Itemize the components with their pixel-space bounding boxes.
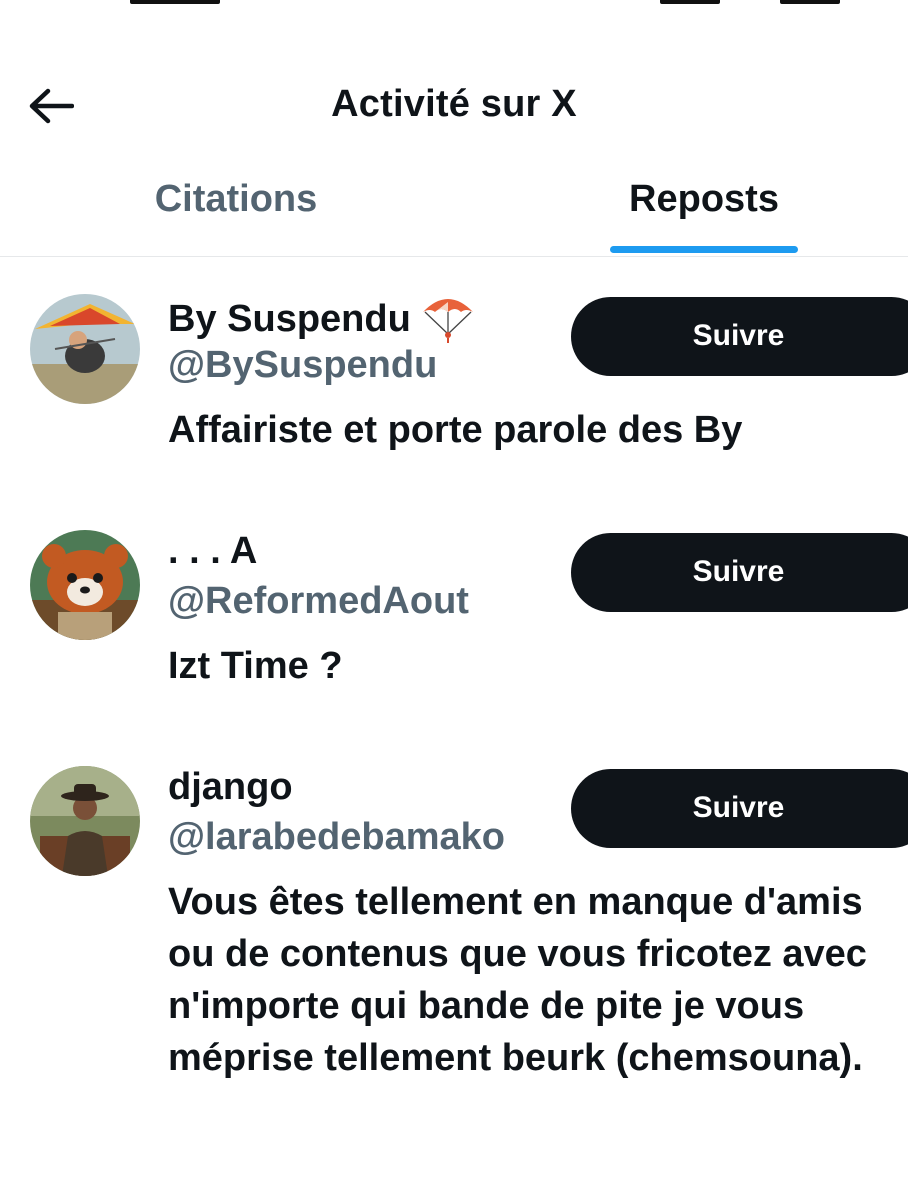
- tab-reposts-label: Reposts: [629, 178, 779, 220]
- page-title: Activité sur X: [331, 83, 577, 125]
- user-handle[interactable]: @ReformedAout: [168, 580, 469, 623]
- follow-button[interactable]: Suivre: [571, 297, 908, 376]
- user-handle[interactable]: @larabedebamako: [168, 816, 505, 859]
- user-name-text: By Suspendu: [168, 297, 411, 340]
- tab-citations-label: Citations: [154, 178, 318, 220]
- status-time-fragment: [130, 0, 220, 4]
- user-handle[interactable]: @BySuspendu: [168, 344, 437, 387]
- active-tab-indicator: [610, 246, 798, 253]
- tab-citations[interactable]: Citations: [110, 178, 362, 257]
- user-name[interactable]: django: [168, 766, 293, 809]
- avatar[interactable]: [30, 294, 140, 404]
- user-bio: Vous êtes tellement en manque d'amis ou …: [168, 881, 867, 1079]
- parachute-emoji-icon: [422, 299, 473, 343]
- follow-button-label: Suivre: [692, 555, 785, 588]
- header: Activité sur X: [0, 60, 908, 150]
- user-name-text: . . . A: [168, 530, 258, 572]
- avatar[interactable]: [30, 530, 140, 640]
- follow-button-label: Suivre: [692, 791, 785, 824]
- user-name-text: django: [168, 766, 293, 808]
- follow-button-label: Suivre: [692, 319, 785, 352]
- tab-bar: Citations Reposts: [0, 160, 908, 257]
- signal-icon: [660, 0, 720, 4]
- user-name[interactable]: . . . A: [168, 530, 257, 573]
- user-bio: Izt Time ?: [168, 645, 343, 687]
- avatar[interactable]: [30, 766, 140, 876]
- follow-button[interactable]: Suivre: [571, 769, 908, 848]
- user-bio: Affairiste et porte parole des By: [168, 409, 743, 451]
- status-bar: [0, 0, 908, 10]
- battery-icon: [780, 0, 840, 4]
- follow-button[interactable]: Suivre: [571, 533, 908, 612]
- user-name[interactable]: By Suspendu: [168, 294, 475, 344]
